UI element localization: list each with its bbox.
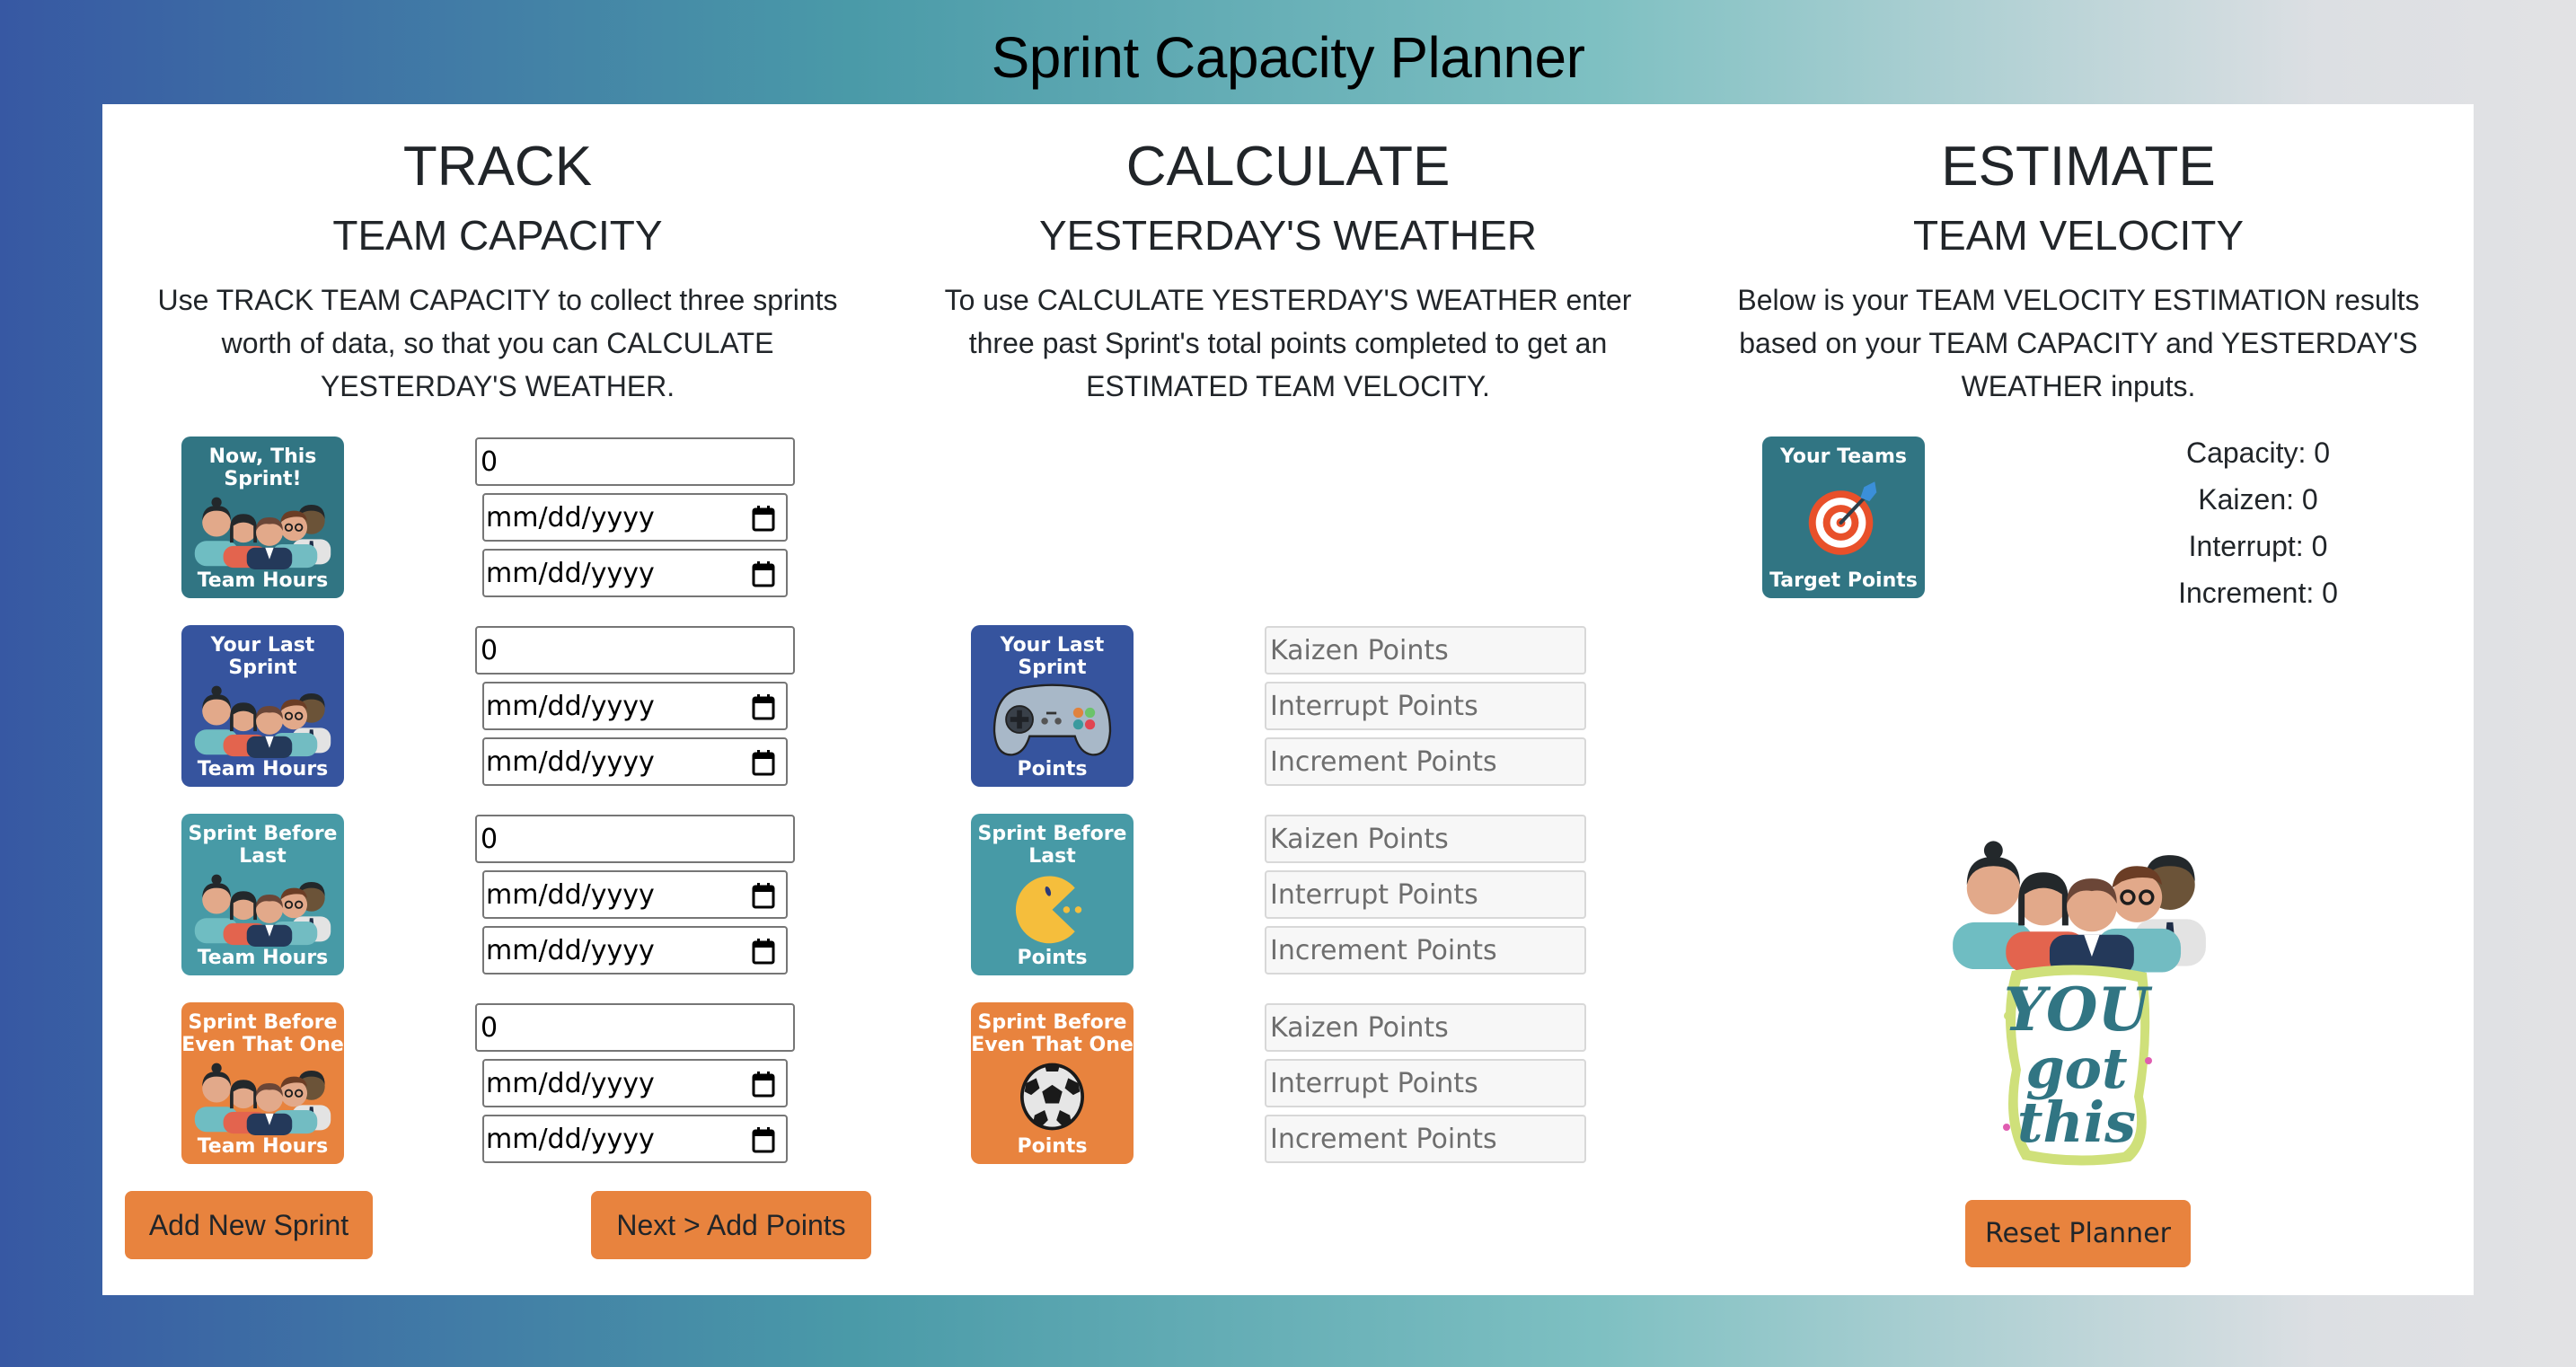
tile-title: Sprint Before Last [977, 823, 1127, 868]
tile-title: Your Last Sprint [210, 634, 315, 679]
date-placeholder: mm/dd/yyyy [486, 746, 655, 778]
tile-title: Your Teams [1779, 445, 1908, 468]
date-placeholder: mm/dd/yyyy [486, 935, 655, 966]
target-dart-icon [1808, 481, 1877, 555]
tile-caption: Team Hours [197, 758, 329, 781]
team-people-icon [193, 873, 332, 947]
velocity-stats: Capacity: 0 Kaizen: 0 Interrupt: 0 Incre… [2168, 429, 2348, 616]
calendar-icon[interactable] [752, 938, 775, 965]
team-hours-input[interactable] [475, 626, 795, 675]
estimate-heading: ESTIMATE [1941, 136, 2216, 198]
target-points-tile: Your Teams Target Points [1762, 437, 1925, 598]
kaizen-value: Kaizen: 0 [2198, 483, 2318, 516]
points-tile-before-that: Sprint Before Even That One Points [971, 1002, 1134, 1164]
tile-caption: Team Hours [197, 569, 329, 592]
interrupt-points-input[interactable] [1265, 682, 1586, 730]
tile-title: Sprint Before Last [188, 823, 338, 868]
calendar-icon[interactable] [752, 749, 775, 776]
calculate-description: To use CALCULATE YESTERDAY'S WEATHER ent… [944, 284, 1632, 402]
team-people-icon [193, 496, 332, 569]
sprint-end-date-input[interactable]: mm/dd/yyyy [482, 549, 788, 597]
kaizen-points-input[interactable] [1265, 626, 1586, 675]
planner-card: TRACK TEAM CAPACITY Use TRACK TEAM CAPAC… [102, 104, 2474, 1295]
track-column: TRACK TEAM CAPACITY Use TRACK TEAM CAPAC… [102, 104, 893, 1295]
points-tile-last: Your Last Sprint Points [971, 625, 1134, 787]
app-title: Sprint Capacity Planner [991, 25, 1585, 90]
estimate-description: Below is your TEAM VELOCITY ESTIMATION r… [1737, 284, 2420, 402]
sprint-end-date-input[interactable]: mm/dd/yyyy [482, 1115, 788, 1163]
you-got-this-illustration: YOU got this [2003, 965, 2153, 1166]
soccer-ball-icon [1019, 1063, 1085, 1131]
tile-caption: Team Hours [197, 947, 329, 969]
sprint-start-date-input[interactable]: mm/dd/yyyy [482, 493, 788, 542]
track-subheading: TEAM CAPACITY [332, 212, 663, 259]
sprint-tile-before-last: Sprint Before Last Team Hours [181, 814, 344, 975]
date-placeholder: mm/dd/yyyy [486, 558, 655, 589]
interrupt-points-input[interactable] [1265, 1059, 1586, 1107]
date-placeholder: mm/dd/yyyy [486, 502, 655, 534]
track-heading: TRACK [402, 136, 593, 198]
increment-value: Increment: 0 [2178, 577, 2338, 609]
gamepad-icon [992, 684, 1112, 756]
calculate-heading: CALCULATE [1125, 136, 1451, 198]
capacity-value: Capacity: 0 [2185, 437, 2331, 469]
sprint-tile-now: Now, This Sprint! Team Hours [181, 437, 344, 598]
team-illustration [1951, 839, 2208, 975]
team-hours-input[interactable] [475, 815, 795, 863]
tile-title: Now, This Sprint! [208, 445, 317, 490]
tile-title: Sprint Before Even That One [181, 1011, 344, 1056]
reset-planner-button[interactable]: Reset Planner [1965, 1200, 2191, 1267]
calendar-icon[interactable] [752, 1126, 775, 1153]
calendar-icon[interactable] [752, 560, 775, 587]
tile-caption: Target Points [1769, 569, 1918, 592]
date-placeholder: mm/dd/yyyy [486, 879, 655, 911]
calculate-column: CALCULATE YESTERDAY'S WEATHER To use CAL… [893, 104, 1683, 1295]
hero-text-you: YOU [2004, 975, 2153, 1045]
sprint-end-date-input[interactable]: mm/dd/yyyy [482, 926, 788, 975]
hero-text-this: this [2017, 1089, 2136, 1155]
sprint-start-date-input[interactable]: mm/dd/yyyy [482, 682, 788, 730]
team-people-icon [193, 684, 332, 758]
tile-caption: Team Hours [197, 1135, 329, 1158]
pacman-icon [1015, 876, 1082, 944]
tile-caption: Points [1017, 758, 1088, 781]
tile-caption: Points [1017, 947, 1088, 969]
increment-points-input[interactable] [1265, 1115, 1586, 1163]
team-hours-input[interactable] [475, 1003, 795, 1052]
sprint-tile-before-that: Sprint Before Even That One Team Hours [181, 1002, 344, 1164]
date-placeholder: mm/dd/yyyy [486, 1124, 655, 1155]
date-placeholder: mm/dd/yyyy [486, 1068, 655, 1099]
kaizen-points-input[interactable] [1265, 1003, 1586, 1052]
calendar-icon[interactable] [752, 1071, 775, 1098]
next-add-points-button[interactable]: Next > Add Points [591, 1191, 871, 1259]
calculate-subheading: YESTERDAY'S WEATHER [1038, 212, 1538, 259]
calendar-icon[interactable] [752, 693, 775, 720]
increment-points-input[interactable] [1265, 737, 1586, 786]
interrupt-points-input[interactable] [1265, 870, 1586, 919]
sprint-start-date-input[interactable]: mm/dd/yyyy [482, 870, 788, 919]
date-placeholder: mm/dd/yyyy [486, 691, 655, 722]
tile-title: Sprint Before Even That One [971, 1011, 1134, 1056]
team-hours-input[interactable] [475, 437, 795, 486]
points-tile-before-last: Sprint Before Last Points [971, 814, 1134, 975]
tile-caption: Points [1017, 1135, 1088, 1158]
tile-title: Your Last Sprint [1000, 634, 1105, 679]
calendar-icon[interactable] [752, 882, 775, 909]
sprint-start-date-input[interactable]: mm/dd/yyyy [482, 1059, 788, 1107]
estimate-subheading: TEAM VELOCITY [1912, 212, 2245, 259]
sprint-tile-last: Your Last Sprint Team Hours [181, 625, 344, 787]
sprint-end-date-input[interactable]: mm/dd/yyyy [482, 737, 788, 786]
estimate-column: ESTIMATE TEAM VELOCITY Below is your TEA… [1683, 104, 2474, 1295]
increment-points-input[interactable] [1265, 926, 1586, 975]
add-new-sprint-button[interactable]: Add New Sprint [125, 1191, 373, 1259]
track-description: Use TRACK TEAM CAPACITY to collect three… [157, 284, 838, 402]
interrupt-value: Interrupt: 0 [2188, 530, 2328, 562]
calendar-icon[interactable] [752, 505, 775, 532]
kaizen-points-input[interactable] [1265, 815, 1586, 863]
team-people-icon [193, 1062, 332, 1135]
